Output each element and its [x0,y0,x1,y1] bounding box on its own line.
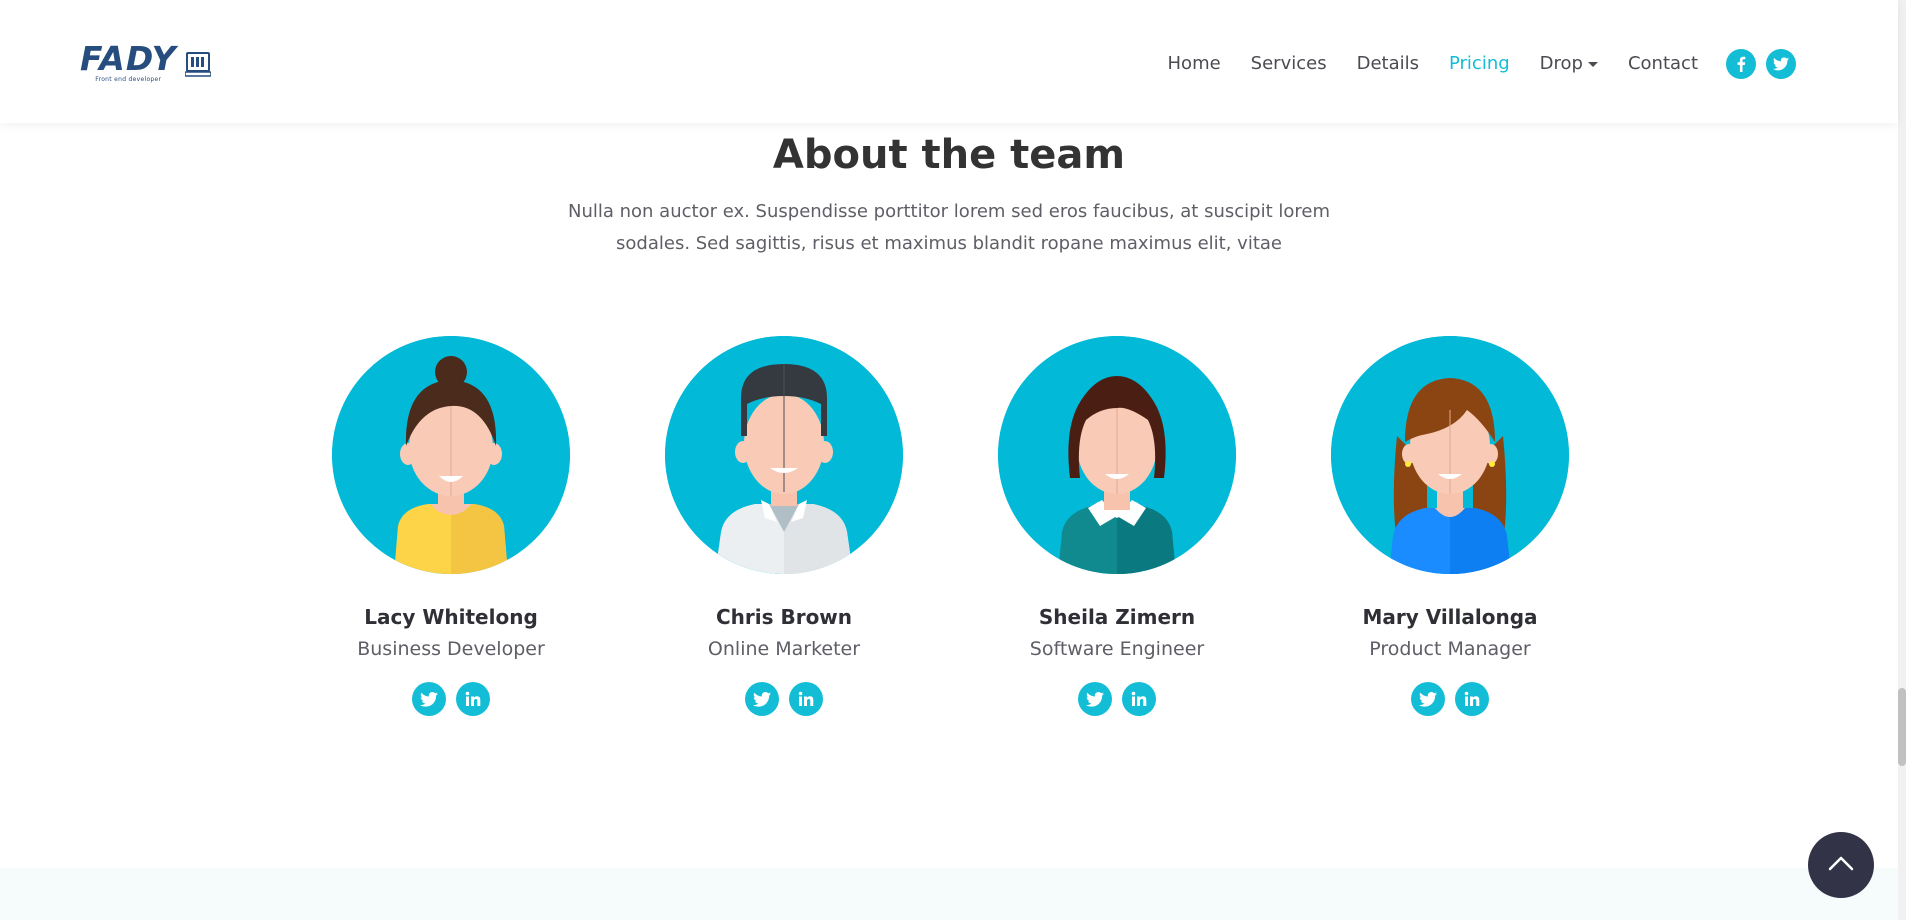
member-name: Lacy Whitelong [364,605,538,629]
linkedin-icon[interactable] [456,682,490,716]
twitter-icon[interactable] [1078,682,1112,716]
page-scrollbar[interactable] [1898,0,1906,920]
linkedin-icon[interactable] [789,682,823,716]
avatar [1331,336,1569,574]
linkedin-icon[interactable] [1455,682,1489,716]
nav-contact[interactable]: Contact [1628,52,1698,76]
nav-drop-dropdown[interactable]: Drop [1540,52,1598,76]
twitter-icon[interactable] [1411,682,1445,716]
nav-services[interactable]: Services [1251,52,1327,76]
chevron-up-icon [1828,855,1854,875]
nav-details[interactable]: Details [1357,52,1419,76]
nav-pricing[interactable]: Pricing [1449,52,1510,76]
member-role: Product Manager [1369,638,1531,660]
member-role: Business Developer [357,638,545,660]
member-social-links [1330,682,1570,716]
twitter-icon[interactable] [1766,49,1796,79]
laptop-icon [183,51,212,83]
team-member-card: Mary Villalonga Product Manager [1330,336,1570,716]
back-to-top-button[interactable] [1808,832,1874,898]
member-social-links [997,682,1237,716]
subtitle-line-2: sodales. Sed sagittis, risus et maximus … [616,233,1282,254]
twitter-icon[interactable] [745,682,779,716]
subtitle-line-1: Nulla non auctor ex. Suspendisse porttit… [568,201,1330,222]
member-name: Sheila Zimern [1038,605,1196,629]
twitter-icon[interactable] [412,682,446,716]
avatar [332,336,570,574]
logo-wordmark: FADY [80,39,177,78]
nav-drop-label: Drop [1539,53,1583,74]
header-social-links [1726,49,1796,79]
member-role: Online Marketer [707,638,861,660]
member-social-links [664,682,904,716]
logo-tagline: Front end developer [95,76,162,83]
avatar [998,336,1236,574]
team-member-card: Lacy Whitelong Business Developer [331,336,571,716]
facebook-icon[interactable] [1726,49,1756,79]
nav-home[interactable]: Home [1168,52,1221,76]
member-name: Chris Brown [715,605,853,629]
section-title: About the team [772,132,1126,178]
linkedin-icon[interactable] [1122,682,1156,716]
member-name: Mary Villalonga [1362,605,1538,629]
avatar [665,336,903,574]
team-member-card: Chris Brown Online Marketer [664,336,904,716]
logo[interactable]: FADY Front end developer [80,39,212,88]
scrollbar-thumb[interactable] [1898,688,1906,766]
member-role: Software Engineer [1029,638,1205,660]
main-nav: Home Services Details Pricing Drop Conta… [1138,49,1796,79]
next-section-band [0,868,1898,920]
team-member-card: Sheila Zimern Software Engineer [997,336,1237,716]
caret-down-icon [1587,61,1598,67]
site-header: FADY Front end developer Home Services D… [0,0,1898,123]
member-social-links [331,682,571,716]
section-subtitle: Nulla non auctor ex. Suspendisse porttit… [549,196,1349,260]
